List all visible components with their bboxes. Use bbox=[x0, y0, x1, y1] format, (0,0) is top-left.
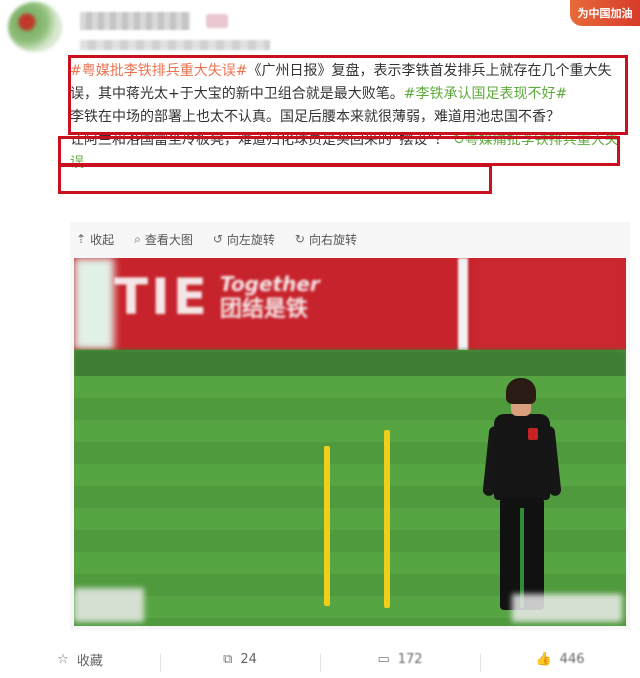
arrow-up-icon: ⇡ bbox=[76, 232, 87, 246]
post-photo[interactable]: TIE Together 团结是铁 bbox=[74, 258, 626, 626]
topic-tag-2[interactable]: #李铁承认国足表现不好# bbox=[404, 86, 567, 102]
goal-post bbox=[458, 258, 468, 350]
hair bbox=[506, 378, 536, 404]
collapse-label: 收起 bbox=[90, 232, 115, 247]
cheer-badge: 为中国加油 bbox=[570, 0, 640, 26]
torso bbox=[494, 414, 550, 500]
repost-button[interactable]: ⧉ 24 bbox=[160, 651, 320, 672]
like-count: 446 bbox=[559, 651, 585, 667]
banner-small-text: Together 团结是铁 bbox=[220, 272, 320, 323]
collapse-button[interactable]: ⇡ 收起 bbox=[76, 231, 114, 248]
post-header: 为中国加油 bbox=[0, 0, 640, 60]
favorite-label: 收藏 bbox=[76, 653, 103, 669]
watermark-left bbox=[74, 588, 144, 622]
yellow-pole-right bbox=[384, 430, 390, 608]
rotate-right-label: 向右旋转 bbox=[308, 232, 357, 247]
rotate-right-button[interactable]: ↻ 向右旋转 bbox=[295, 231, 357, 248]
post-body: #粤媒批李铁排兵重大失误#《广州日报》复盘，表示李铁首发排兵上就存在几个重大失误… bbox=[70, 60, 630, 175]
coach-figure bbox=[482, 378, 562, 618]
rotate-left-button[interactable]: ↺ 向左旋转 bbox=[213, 231, 275, 248]
post-text-3: 让阿兰和洛国富坐冷板凳，难道归化球员是买回来的“摆设”？ bbox=[70, 132, 449, 148]
media-panel: ⇡ 收起 ⌕ 查看大图 ↺ 向左旋转 ↻ 向右旋转 TIE Together 团… bbox=[70, 222, 630, 630]
username-blurred[interactable] bbox=[80, 12, 190, 30]
repost-count: 24 bbox=[240, 651, 257, 667]
post-paragraph-3: 让阿兰和洛国富坐冷板凳，难道归化球员是买回来的“摆设”？ ↻粤媒痛批李铁排兵重大… bbox=[70, 129, 630, 175]
banner-chinese: 团结是铁 bbox=[219, 296, 308, 322]
rotate-left-icon: ↺ bbox=[212, 232, 223, 246]
rotate-left-label: 向左旋转 bbox=[226, 232, 275, 247]
stadium-banner: TIE Together 团结是铁 bbox=[74, 258, 626, 350]
thumbs-up-icon: 👍 bbox=[535, 651, 552, 667]
repost-icon: ⧉ bbox=[223, 651, 233, 667]
vip-badge-icon bbox=[206, 14, 228, 28]
watermark-right bbox=[512, 594, 622, 622]
crest bbox=[528, 428, 538, 440]
view-large-button[interactable]: ⌕ 查看大图 bbox=[134, 231, 193, 248]
magnifier-icon: ⌕ bbox=[134, 231, 141, 246]
media-toolbar: ⇡ 收起 ⌕ 查看大图 ↺ 向左旋转 ↻ 向右旋转 bbox=[70, 222, 630, 256]
like-button[interactable]: 👍 446 bbox=[480, 651, 640, 672]
banner-text: TIE Together 团结是铁 bbox=[114, 268, 320, 326]
banner-edge bbox=[74, 258, 114, 350]
post-actions: ☆ 收藏 ⧉ 24 ▭ 172 👍 446 bbox=[0, 640, 640, 678]
comment-icon: ▭ bbox=[377, 651, 390, 667]
rotate-right-icon: ↻ bbox=[294, 232, 305, 246]
banner-right bbox=[474, 258, 626, 350]
banner-big-text: TIE bbox=[114, 268, 210, 326]
banner-english: Together bbox=[219, 271, 320, 296]
avatar[interactable] bbox=[8, 2, 62, 52]
comment-button[interactable]: ▭ 172 bbox=[320, 651, 480, 672]
link-icon: ↻ bbox=[452, 132, 465, 148]
yellow-pole-left bbox=[324, 446, 330, 606]
post-meta-blurred bbox=[80, 40, 270, 50]
view-large-label: 查看大图 bbox=[144, 232, 193, 247]
post-paragraph-2: 李铁在中场的部署上也太不认真。国足后腰本来就很薄弱，难道用池忠国不香？ bbox=[70, 106, 630, 129]
star-icon: ☆ bbox=[57, 651, 69, 667]
post-paragraph-1: #粤媒批李铁排兵重大失误#《广州日报》复盘，表示李铁首发排兵上就存在几个重大失误… bbox=[70, 60, 630, 106]
comment-count: 172 bbox=[397, 651, 423, 667]
favorite-button[interactable]: ☆ 收藏 bbox=[0, 650, 160, 669]
topic-tag-1[interactable]: #粤媒批李铁排兵重大失误# bbox=[70, 63, 247, 79]
post-text-2: 李铁在中场的部署上也太不认真。国足后腰本来就很薄弱，难道用池忠国不香？ bbox=[70, 109, 560, 125]
